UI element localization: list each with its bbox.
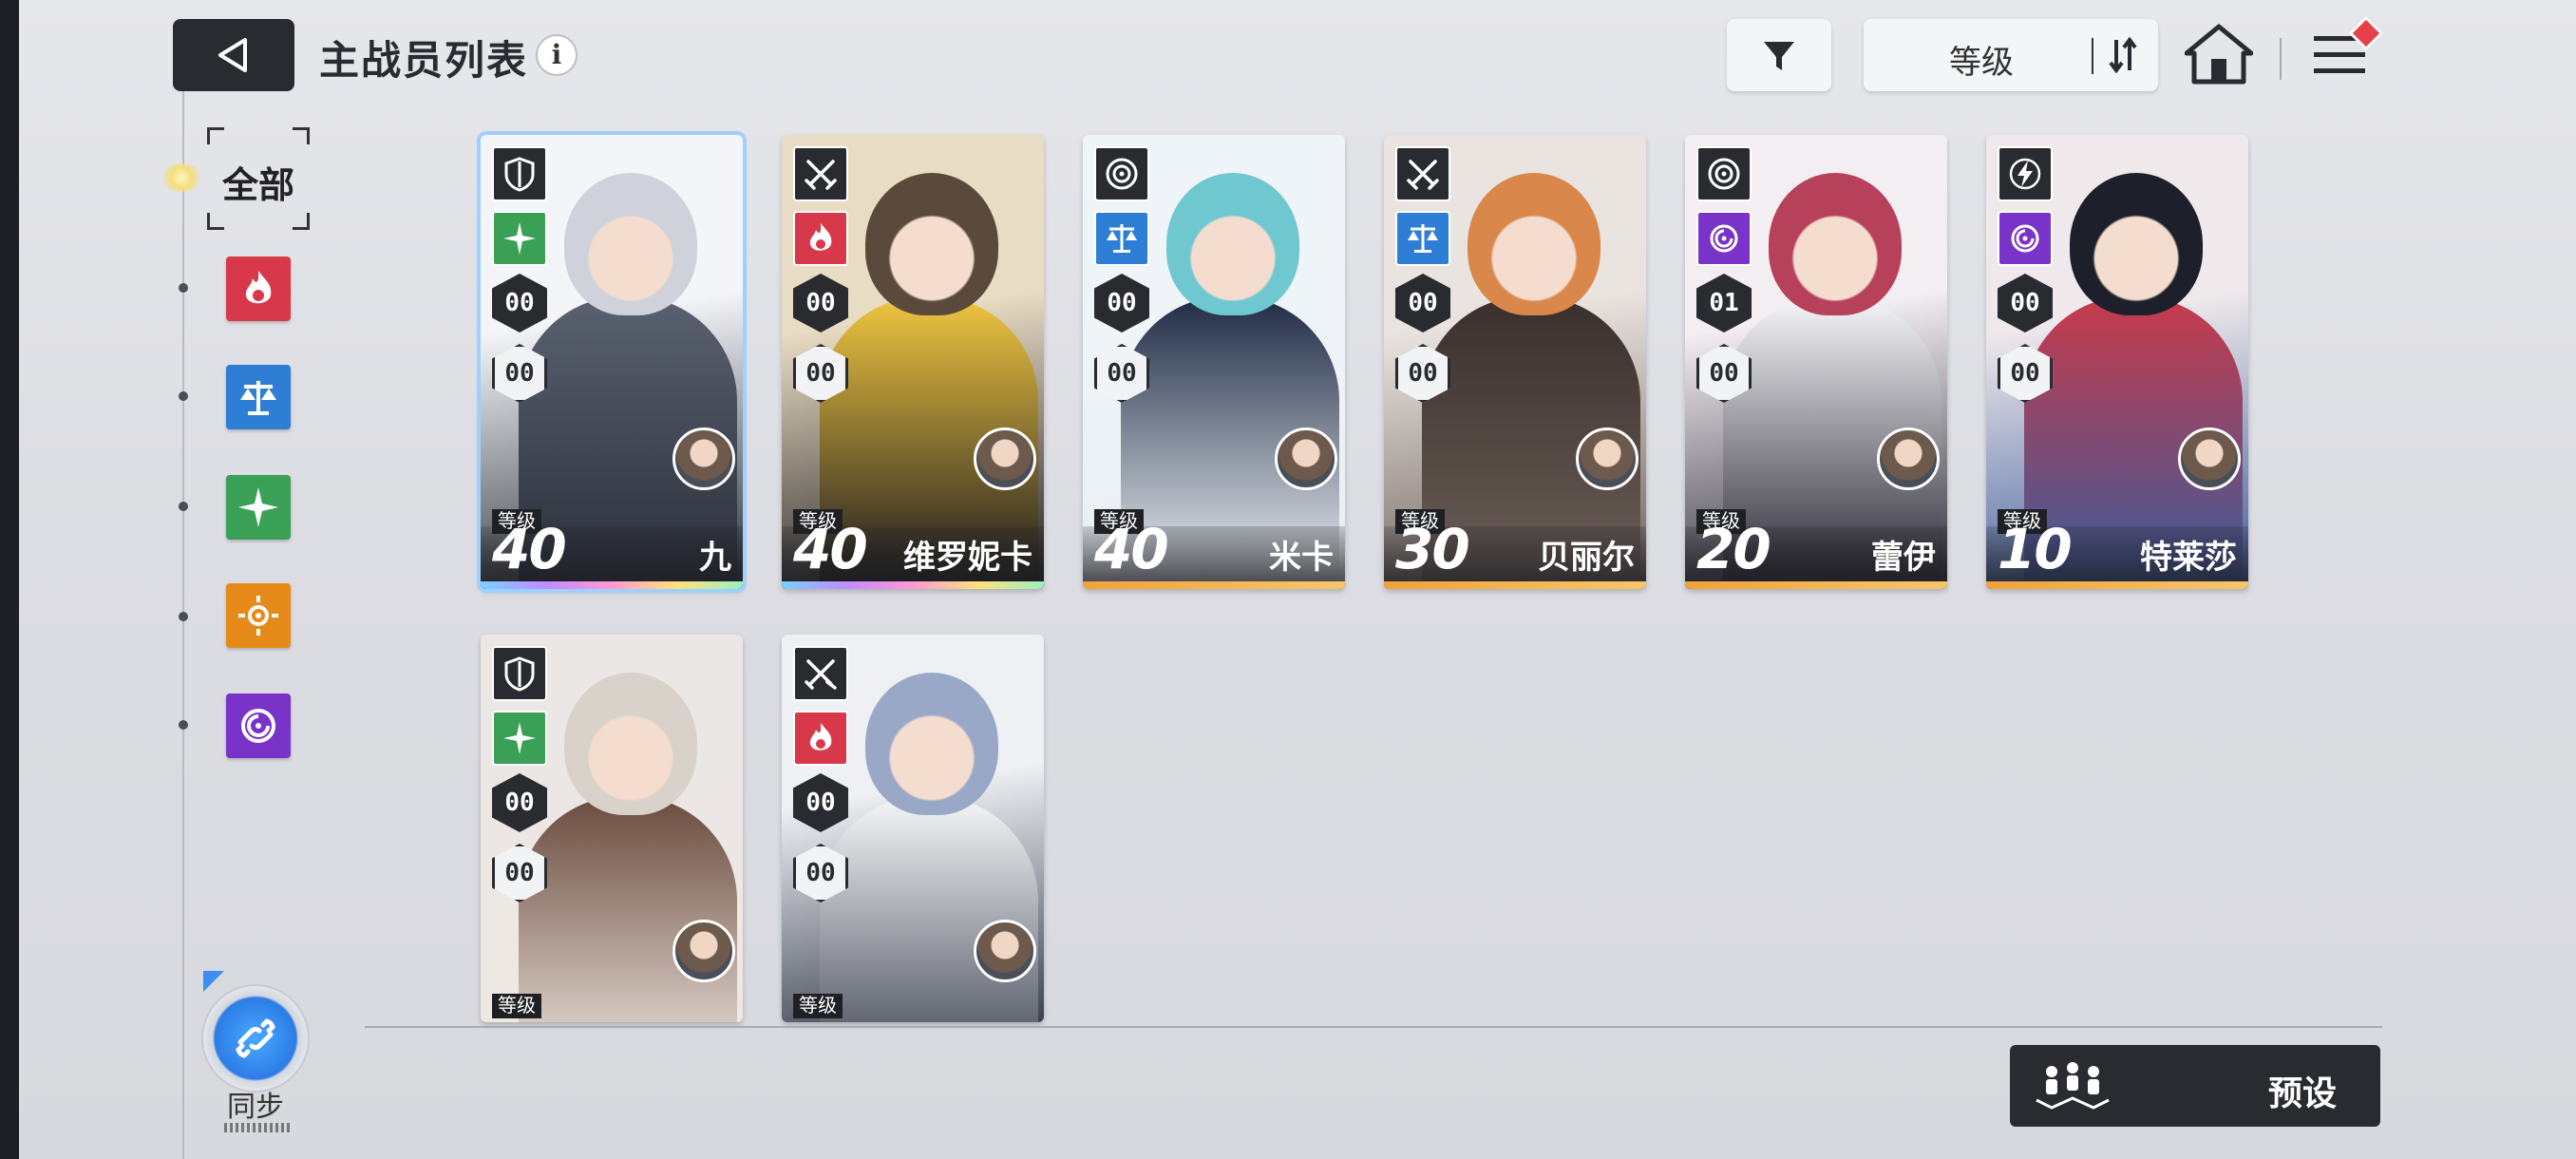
companion-avatar	[974, 428, 1036, 490]
filter-all-button[interactable]: 全部	[207, 127, 310, 230]
rarity-strip	[481, 581, 743, 589]
spiral-icon	[241, 709, 275, 743]
preset-button[interactable]: 预设	[2010, 1045, 2380, 1127]
sidebar-rail	[182, 57, 184, 1159]
level-value: 10	[1998, 517, 2073, 581]
back-arrow-icon	[218, 38, 247, 72]
home-icon[interactable]	[2185, 23, 2253, 86]
sun-icon	[238, 596, 278, 636]
character-card[interactable]: 00 00 等级 40 米卡	[1083, 135, 1345, 589]
sync-button[interactable]: 同步	[196, 960, 315, 1140]
rarity-strip	[782, 581, 1044, 589]
level-value: 20	[1696, 517, 1771, 581]
sort-divider	[2092, 38, 2093, 74]
scales-icon	[1094, 211, 1149, 266]
crossed-swords-icon	[1395, 146, 1450, 201]
rail-dot	[179, 391, 188, 401]
character-card[interactable]: 01 00 等级 20 蕾伊	[1685, 135, 1947, 589]
lightning-icon	[1998, 146, 2053, 201]
character-name: 九	[699, 540, 731, 576]
star-cross-icon	[238, 487, 278, 527]
scales-icon	[1395, 211, 1450, 266]
filter-button[interactable]	[1727, 19, 1831, 91]
back-button[interactable]	[173, 19, 294, 91]
rarity-strip	[1384, 581, 1646, 589]
flame-icon	[793, 711, 848, 766]
companion-avatar	[672, 920, 735, 982]
sort-order-icon[interactable]	[2103, 34, 2141, 76]
character-card[interactable]: 00 00 等级 40 维罗妮卡	[782, 135, 1044, 589]
rail-dot	[179, 283, 188, 293]
filter-element-fire[interactable]	[226, 256, 291, 321]
rail-dot	[179, 720, 188, 730]
companion-avatar	[1877, 428, 1940, 490]
level-value: 40	[492, 517, 567, 581]
character-name: 蕾伊	[1871, 540, 1936, 576]
target-icon	[1696, 146, 1752, 201]
rarity-strip	[1986, 581, 2248, 589]
spiral-icon	[1998, 211, 2053, 266]
companion-avatar	[672, 428, 735, 490]
spiral-icon	[1696, 211, 1752, 266]
info-icon[interactable]: i	[536, 34, 578, 76]
sync-progress-ticks	[224, 1123, 291, 1132]
character-name: 米卡	[1269, 540, 1334, 576]
level-value: 30	[1395, 517, 1470, 581]
filter-element-wind[interactable]	[226, 475, 291, 540]
page-title: 主战员列表	[319, 38, 529, 83]
rarity-strip	[481, 1015, 743, 1022]
filter-element-void[interactable]	[226, 694, 291, 758]
companion-avatar	[974, 920, 1036, 982]
companion-avatar	[1275, 428, 1337, 490]
crossed-swords-x-icon	[793, 646, 848, 701]
character-name: 特莱莎	[2140, 540, 2237, 576]
character-card[interactable]: 00 00 等级	[782, 635, 1044, 1022]
shield-icon	[492, 646, 547, 701]
filter-element-light[interactable]	[226, 583, 291, 648]
flame-icon	[793, 211, 848, 266]
rail-dot	[179, 612, 188, 621]
sync-icon	[201, 984, 310, 1092]
scales-icon	[240, 381, 276, 415]
character-card[interactable]: 00 00 等级	[481, 635, 743, 1022]
character-name: 贝丽尔	[1538, 540, 1635, 576]
filter-all-label: 全部	[221, 166, 294, 206]
star-cross-icon	[492, 711, 547, 766]
level-value: 40	[1094, 517, 1169, 581]
rail-dot	[179, 502, 188, 511]
flame-icon	[245, 271, 272, 304]
team-icon	[2036, 1062, 2110, 1110]
companion-avatar	[1576, 428, 1638, 490]
rarity-strip	[1685, 581, 1947, 589]
character-card[interactable]: 00 00 等级 40 九	[477, 131, 747, 593]
character-name: 维罗妮卡	[903, 540, 1032, 576]
sync-tag	[203, 971, 224, 992]
star-cross-icon	[492, 211, 547, 266]
sort-dropdown[interactable]: 等级	[1864, 19, 2158, 91]
rarity-strip	[782, 1015, 1044, 1022]
sort-label: 等级	[1949, 45, 2014, 81]
filter-element-order[interactable]	[226, 365, 291, 429]
funnel-icon	[1764, 42, 1794, 70]
rarity-strip	[1083, 581, 1345, 589]
companion-avatar	[2178, 428, 2241, 490]
sync-label: 同步	[227, 1092, 284, 1123]
shield-icon	[492, 146, 547, 201]
selection-glow	[160, 163, 203, 192]
crossed-swords-icon	[793, 146, 848, 201]
preset-label: 预设	[2267, 1074, 2337, 1112]
screen-edge	[0, 0, 19, 1159]
header-separator	[2280, 38, 2282, 80]
level-value: 40	[793, 517, 868, 581]
character-card[interactable]: 00 00 等级 10 特莱莎	[1986, 135, 2248, 589]
target-icon	[1094, 146, 1149, 201]
list-divider	[365, 1026, 2382, 1028]
character-card[interactable]: 00 00 等级 30 贝丽尔	[1384, 135, 1646, 589]
